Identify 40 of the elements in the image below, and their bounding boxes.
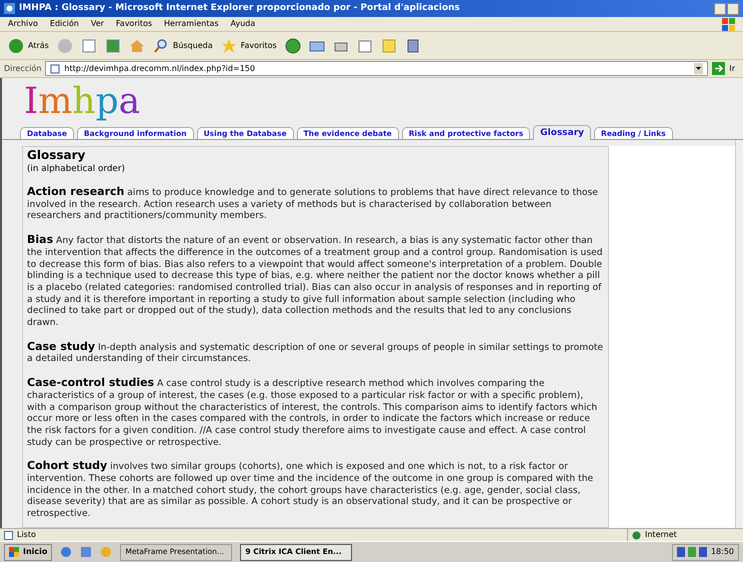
menu-item[interactable]: Favoritos <box>116 18 152 30</box>
stop-icon[interactable] <box>80 38 97 54</box>
glossary-entry: Action research aims to produce knowledge and to generate solutions to problems that have direct relevance to those involved in the research. Action research uses a variety of methods but is characterised by collaboration between researchers and practitioners/community members. <box>27 186 599 222</box>
windows-logo-icon <box>722 18 735 30</box>
zone-text: Internet <box>645 529 677 541</box>
home-icon[interactable] <box>128 38 145 54</box>
globe-icon <box>632 530 641 540</box>
browser-icon <box>4 3 15 14</box>
back-icon[interactable] <box>8 38 24 54</box>
nav-tab[interactable]: Glossary <box>533 125 592 140</box>
start-button[interactable]: Inicio <box>4 544 52 560</box>
menu-item[interactable]: Ver <box>90 18 104 30</box>
page-subheading: (in alphabetical order) <box>27 163 126 175</box>
clock: 18:50 <box>710 546 734 558</box>
menu-item[interactable]: Herramientas <box>164 18 219 30</box>
glossary-entry: Bias Any factor that distorts the nature of an event or observation. In research, a bias is any systematic factor other than the intervention that affects the difference in the outcomes of a treatment group and a control group. Randomisation is used to decrease this form of bias. Bias also refers to a viewpoint that would affect someone's interpretation of a problem. Double blinding is a technique used to decrease this type of bias, e.g. where neither the patient nor the doctor knows whether a pill is a placebo (related categories: randomised controlled trial). Bias can also occur in analysis of responses and in reporting of a study and it is therefore important in reporting a study to give full information about sample selection (including who declined to take part or dropped out of the study), data collection methods and the results that led to any conclusions drawn. <box>27 234 604 329</box>
minimize-button[interactable] <box>714 2 726 14</box>
page-icon <box>50 64 60 74</box>
maximize-button[interactable] <box>727 2 739 14</box>
refresh-icon[interactable] <box>104 38 121 54</box>
address-label: Dirección <box>4 62 42 74</box>
search-icon[interactable] <box>152 38 169 54</box>
menu-item[interactable]: Edición <box>50 18 79 30</box>
window-title: IMHPA : Glossary - Microsoft Internet Explorer proporcionado por - Portal d'aplicacions <box>19 2 460 15</box>
windows-logo-icon <box>9 547 19 557</box>
toolbar-label[interactable]: Búsqueda <box>172 40 213 52</box>
go-label[interactable]: Ir <box>729 62 739 74</box>
go-arrow-icon[interactable] <box>712 62 726 75</box>
page-heading: Glossary <box>27 148 86 163</box>
toolbar-label[interactable]: Favoritos <box>240 40 277 52</box>
toolbar-label[interactable]: Atrás <box>28 40 49 52</box>
dropdown-icon[interactable] <box>694 63 704 74</box>
glossary-entry: Case study In-depth analysis and systematic description of one or several groups of people in similar settings to promote a detailed understanding of their circumstances. <box>27 340 604 366</box>
status-text: Listo <box>17 529 36 541</box>
site-logo[interactable]: Imhpa <box>24 82 140 122</box>
menu-item[interactable]: Ayuda <box>230 18 256 30</box>
glossary-entry: Cohort study involves two similar groups (cohorts), one which is exposed and one which is not, to a risk factor or intervention. These cohorts are followed up over time and the incidence of the outcome in one group is compared with the incidence in the other. In a matched cohort study, the cohort groups have characteristics (e.g. age, gender, social class, disease severity) that are as similar as possible. A cohort study is an observational study, and it can be prospective or retrospective. <box>27 460 594 520</box>
glossary-entry: Case-control studies A case control study is a descriptive research method which involves comparing the characteristics of a group of interest, the cases (e.g. those exposed to a particular risk factor or with a specific problem), with a comparison group without the characteristics of interest, the controls. This comparison aims to identify factors which occur more or less often in the cases compared with the controls, in order to indicate the factors which increase or reduce the risk factors for a given condition. //A case control study therefore aims to investigate cause and effect. A case control study can be prospective or retrospective. <box>27 377 598 448</box>
menu-item[interactable]: Archivo <box>8 18 38 30</box>
address-field[interactable]: http://devimhpa.drecomm.nl/index.php?id=150 <box>45 61 708 76</box>
